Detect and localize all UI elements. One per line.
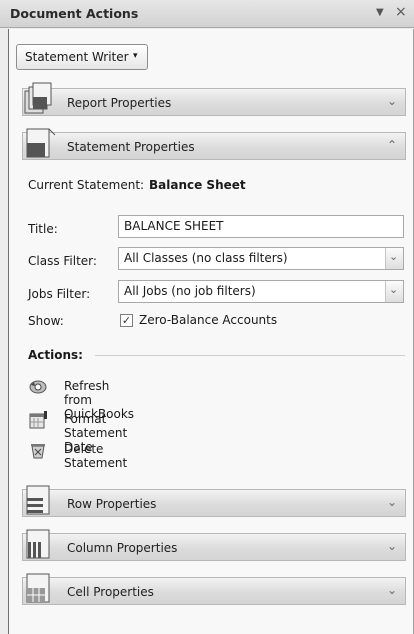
close-icon[interactable]: × [395,4,407,20]
statement-properties-icon [26,128,56,158]
chevron-down-icon: ⌄ [389,283,399,296]
jobs-filter-select[interactable]: All Jobs (no job filters) ⌄ [118,280,404,303]
row-properties-icon [26,485,50,515]
calendar-icon [29,411,47,429]
section-statement-properties[interactable]: Statement Properties ⌃ [22,128,406,160]
class-filter-dropdown-button[interactable]: ⌄ [385,248,403,269]
section-label: Row Properties [67,497,157,511]
report-properties-icon [24,82,52,114]
zero-balance-checkbox[interactable]: ✓ [120,314,133,327]
current-statement-label: Current Statement: [28,178,145,192]
task-pane-title-bar: Document Actions ▼ × [0,0,414,28]
chevron-down-icon: ⌄ [389,250,399,263]
section-cell-properties[interactable]: Cell Properties ⌄ [22,573,406,605]
cell-properties-icon [26,573,50,603]
class-filter-value: All Classes (no class filters) [124,251,288,265]
class-filter-select[interactable]: All Classes (no class filters) ⌄ [118,247,404,270]
expand-chevron-icon[interactable]: ⌄ [387,539,397,553]
title-input-value: BALANCE SHEET [124,219,224,233]
expand-chevron-icon[interactable]: ⌄ [387,495,397,509]
statement-writer-label: Statement Writer [25,50,129,64]
title-label: Title: [28,222,58,236]
section-row-properties[interactable]: Row Properties ⌄ [22,485,406,517]
current-statement-value: Balance Sheet [149,178,246,192]
statement-writer-button[interactable]: Statement Writer ▾ [16,44,148,70]
section-label: Column Properties [67,541,178,555]
section-label: Cell Properties [67,585,154,599]
task-pane-title: Document Actions [10,6,139,21]
column-properties-icon [26,529,50,559]
delete-icon [31,444,45,459]
pane-options-icon[interactable]: ▼ [376,7,384,18]
class-filter-label: Class Filter: [28,254,97,268]
jobs-filter-value: All Jobs (no job filters) [124,284,256,298]
action-label: Delete Statement [64,442,128,470]
section-label: Report Properties [67,96,172,110]
title-input[interactable]: BALANCE SHEET [118,215,404,238]
expand-chevron-icon[interactable]: ⌄ [387,583,397,597]
section-label: Statement Properties [67,140,195,154]
collapse-chevron-icon[interactable]: ⌃ [387,138,397,152]
section-column-properties[interactable]: Column Properties ⌄ [22,529,406,561]
expand-chevron-icon[interactable]: ⌄ [387,94,397,108]
refresh-icon [29,380,47,394]
jobs-filter-label: Jobs Filter: [28,287,91,301]
actions-heading: Actions: [28,348,83,362]
jobs-filter-dropdown-button[interactable]: ⌄ [385,281,403,302]
zero-balance-label[interactable]: Zero-Balance Accounts [139,313,277,327]
actions-divider [95,355,405,356]
show-label: Show: [28,314,64,328]
chevron-down-icon: ▾ [133,51,138,61]
section-report-properties[interactable]: Report Properties ⌄ [22,82,406,116]
